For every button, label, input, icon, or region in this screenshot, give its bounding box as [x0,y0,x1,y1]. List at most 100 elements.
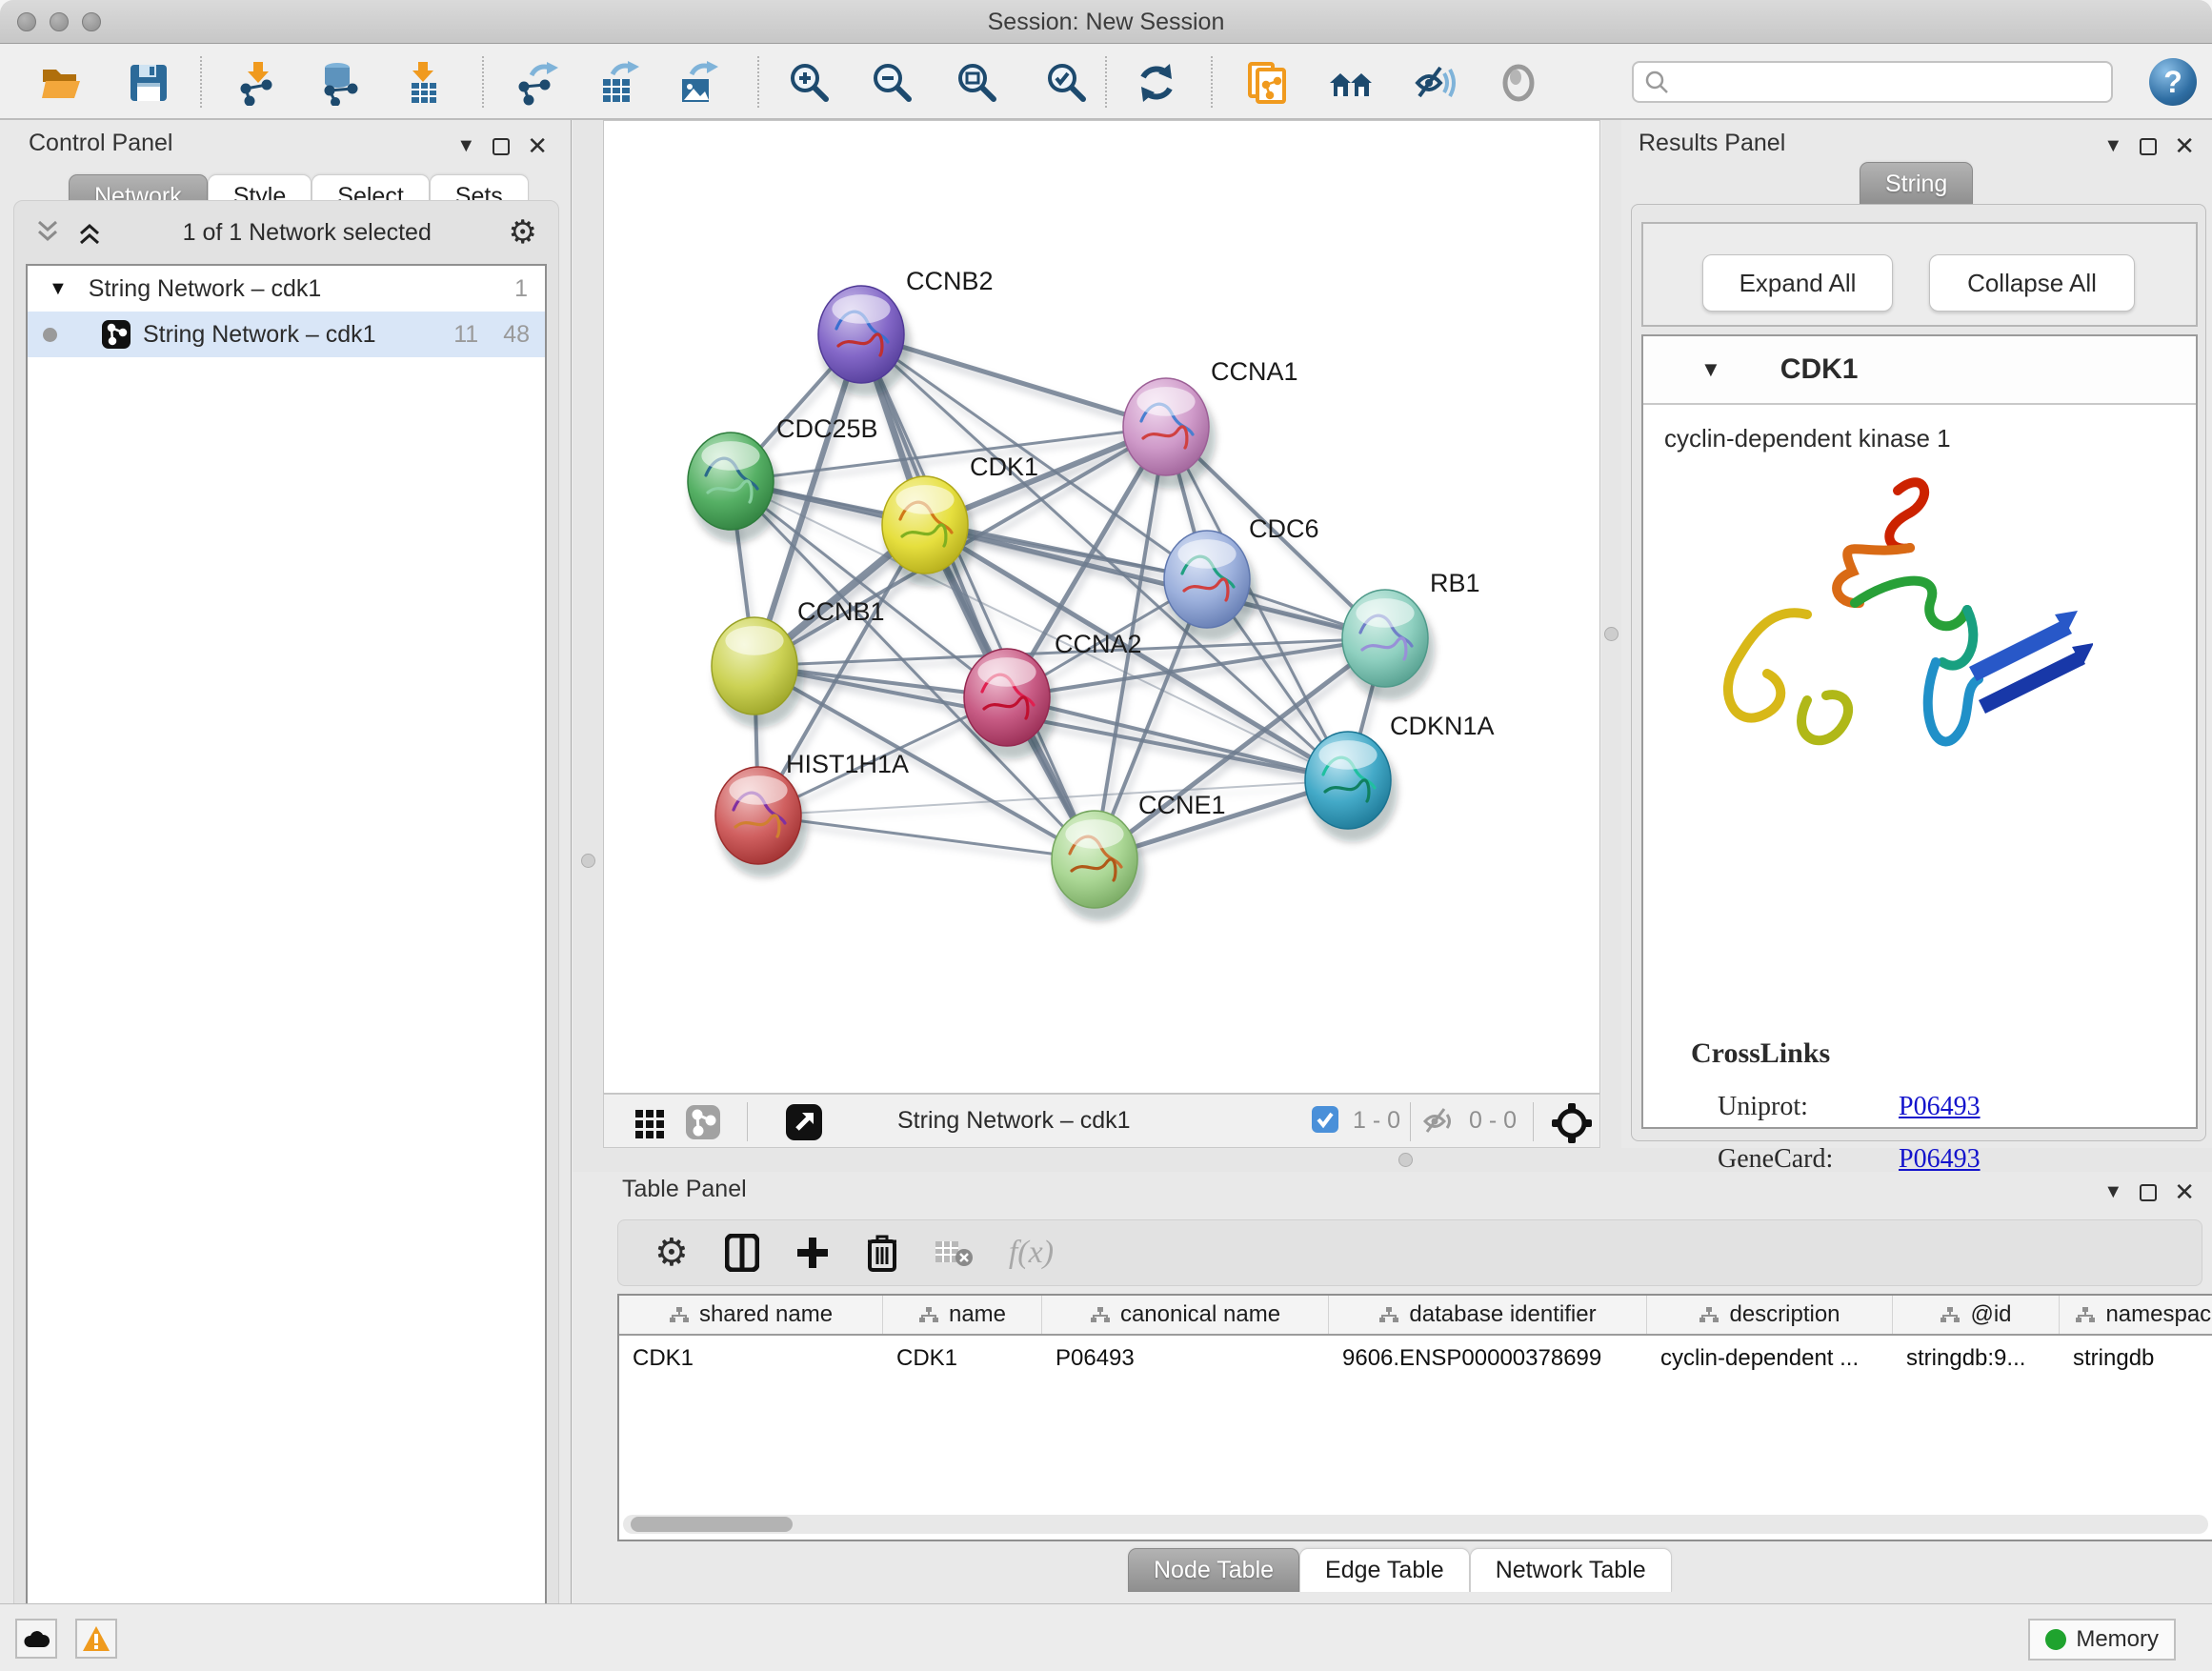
warning-button[interactable] [75,1619,117,1659]
splitter-handle[interactable] [1398,1153,1413,1167]
network-view-toolbar: String Network – cdk1 1 - 0 0 - 0 [603,1094,1600,1148]
gene-caret-icon[interactable]: ▼ [1700,357,1721,382]
crosslinks-heading: CrossLinks [1691,1037,1830,1070]
column-header--id[interactable]: @id [1893,1296,2060,1334]
collapse-all-button[interactable]: Collapse All [1929,254,2135,312]
memory-status-icon [2045,1629,2066,1650]
string-network-graph[interactable]: CCNB2CCNA1CDC25BCDK1CDC6RB1CCNB1CCNA2CDK… [604,121,1599,1093]
table-cell[interactable]: CDK1 [883,1336,1042,1381]
import-table-icon[interactable] [400,60,446,106]
table-cell[interactable]: stringdb [2060,1336,2212,1381]
network-view-icon[interactable] [680,1099,726,1145]
panel-maximize-icon[interactable] [2140,1184,2157,1201]
column-header-shared-name[interactable]: shared name [619,1296,883,1334]
results-panel-title: Results Panel [1639,130,1785,157]
import-network-database-icon[interactable] [316,60,362,106]
zoom-selected-icon[interactable] [1044,60,1090,106]
scrollbar-thumb[interactable] [631,1517,793,1532]
add-column-icon[interactable] [795,1236,830,1270]
tab-network-table[interactable]: Network Table [1470,1548,1672,1592]
cloud-icon [22,1628,50,1649]
search-box[interactable] [1632,61,2113,103]
network-node-RB1[interactable] [1342,590,1435,700]
grid-view-icon[interactable] [627,1099,673,1145]
columns-icon[interactable] [725,1234,759,1272]
column-header-description[interactable]: description [1647,1296,1893,1334]
network-node-CCNE1[interactable] [1052,811,1144,921]
table-row[interactable]: CDK1CDK1P064939606.ENSP00000378699cyclin… [619,1336,2212,1381]
network-node-CCNA2[interactable] [964,649,1056,759]
network-edge[interactable] [861,334,1095,859]
table-cell[interactable]: cyclin-dependent ... [1647,1336,1893,1381]
export-table-icon[interactable] [595,60,641,106]
help-icon[interactable]: ? [2149,58,2197,106]
zoom-out-icon[interactable] [870,60,915,106]
splitter-left[interactable] [573,120,603,1172]
network-node-CDK1[interactable] [882,476,975,587]
panel-float-icon[interactable]: ▼ [2103,1181,2122,1203]
gear-icon[interactable]: ⚙ [654,1231,689,1275]
table-cell[interactable]: CDK1 [619,1336,883,1381]
table-cell[interactable]: P06493 [1042,1336,1329,1381]
crosslink-link[interactable]: P06493 [1899,1144,1981,1175]
tab-edge-table[interactable]: Edge Table [1299,1548,1470,1592]
crosslink-link[interactable]: P06493 [1899,1092,1981,1122]
selected-checkbox-icon[interactable] [1311,1105,1339,1134]
splitter-handle[interactable] [581,854,595,868]
panel-close-icon[interactable]: ✕ [527,131,548,161]
zoom-fit-icon[interactable] [955,60,1000,106]
tab-string[interactable]: String [1860,162,1973,206]
collection-caret-icon[interactable]: ▼ [49,278,68,300]
memory-button[interactable]: Memory [2028,1619,2176,1661]
splitter-handle[interactable] [1604,627,1619,641]
network-node-HIST1H1A[interactable] [715,767,808,877]
collapse-all-icon[interactable] [35,220,64,245]
toolbar-separator [1533,1102,1534,1141]
function-builder-icon: f(x) [1009,1235,1054,1271]
table-cell[interactable]: 9606.ENSP00000378699 [1329,1336,1647,1381]
network-collection-row[interactable]: ▼ String Network – cdk1 1 [28,266,545,312]
horizontal-scrollbar[interactable] [623,1515,2208,1534]
gear-icon[interactable]: ⚙ [509,213,537,252]
expand-all-icon[interactable] [77,220,106,245]
homes-icon[interactable] [1328,60,1374,106]
cloud-button[interactable] [15,1619,57,1659]
open-session-icon[interactable] [38,60,84,106]
column-header-canonical-name[interactable]: canonical name [1042,1296,1329,1334]
panel-maximize-icon[interactable] [2140,138,2157,155]
window-title: Session: New Session [0,0,2212,44]
column-header-name[interactable]: name [883,1296,1042,1334]
zoom-in-icon[interactable] [787,60,833,106]
export-network-icon[interactable] [514,60,560,106]
panel-close-icon[interactable]: ✕ [2174,131,2195,161]
open-in-new-icon[interactable] [781,1099,827,1145]
network-row[interactable]: String Network – cdk1 11 48 [28,312,545,357]
panel-float-icon[interactable]: ▼ [456,135,475,157]
table-cell[interactable]: stringdb:9... [1893,1336,2060,1381]
panel-float-icon[interactable]: ▼ [2103,135,2122,157]
tab-node-table[interactable]: Node Table [1128,1548,1299,1592]
network-file-icon[interactable] [1244,60,1290,106]
hide-show-icon[interactable] [1412,60,1458,106]
column-header-database-identifier[interactable]: database identifier [1329,1296,1647,1334]
hidden-eye-icon[interactable] [1421,1103,1458,1139]
expand-all-button[interactable]: Expand All [1702,254,1893,312]
node-table[interactable]: shared namenamecanonical namedatabase id… [617,1294,2212,1541]
search-input[interactable] [1670,68,2101,96]
import-network-file-icon[interactable] [234,60,280,106]
network-canvas[interactable]: CCNB2CCNA1CDC25BCDK1CDC6RB1CCNB1CCNA2CDK… [603,120,1600,1094]
panel-maximize-icon[interactable] [493,138,510,155]
save-session-icon[interactable] [126,60,171,106]
column-header-namespace[interactable]: namespace [2060,1296,2212,1334]
network-edge[interactable] [758,815,1095,859]
network-node-CDKN1A[interactable] [1305,732,1398,842]
birdseye-crosshair-icon[interactable] [1549,1100,1595,1146]
toolbar-separator [1211,56,1213,108]
export-image-icon[interactable] [674,60,720,106]
node-label-CDC25B: CDC25B [776,414,878,443]
panel-close-icon[interactable]: ✕ [2174,1178,2195,1207]
network-node-CDC25B[interactable] [688,433,780,543]
refresh-layout-icon[interactable] [1134,60,1179,106]
network-node-CCNB2[interactable] [818,286,911,396]
delete-trash-icon[interactable] [866,1234,898,1272]
